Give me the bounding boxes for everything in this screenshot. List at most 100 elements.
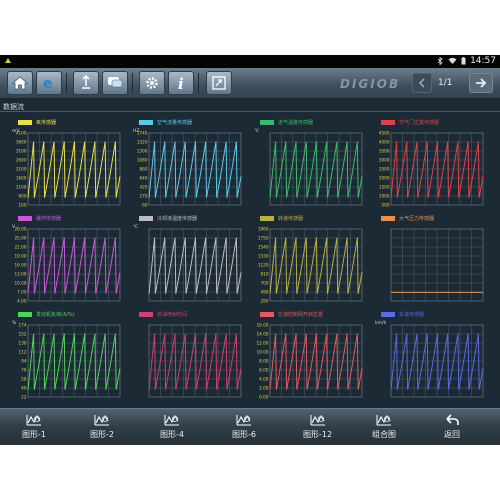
chart-plot xyxy=(148,324,242,398)
chart-legend: 冷却液温度传感器 xyxy=(139,215,197,222)
tick-label: 16.00 xyxy=(15,263,27,268)
page-prev-button[interactable] xyxy=(412,73,432,93)
tick-label: 10.00 xyxy=(15,281,27,286)
tick-label: 4.00 xyxy=(259,377,269,382)
tick-label: 1120 xyxy=(258,263,269,268)
sensor-chart[interactable]: 怠速控制阀开启位置 16.00 14.00 12.00 10.00 8.00 6.00 4.0… xyxy=(250,311,368,405)
sensor-chart[interactable]: 爆炸传感器 V 28.00 25.00 22.00 19.00 16.00 13.00 10.0… xyxy=(8,215,126,309)
tick-label: 280 xyxy=(261,299,269,304)
combined-graph-button[interactable]: 组合图 xyxy=(372,411,396,443)
chart-unit: ℃ xyxy=(254,128,259,134)
chart-plot: 16.00 14.00 12.00 10.00 8.00 6.00 4.00 2.00 0.00 xyxy=(257,323,363,400)
chart-legend: 进气温度传感器 xyxy=(260,119,313,126)
tick-label: 1750 xyxy=(258,236,269,241)
sensor-chart[interactable]: 节气门位置传感器 4500 4000 3500 3000 2500 2000 1500 1000… xyxy=(371,119,489,213)
legend-label: 氧传感器 xyxy=(36,120,57,126)
legend-swatch xyxy=(18,312,32,317)
tick-label: 1520 xyxy=(137,140,148,145)
legend-swatch xyxy=(381,312,395,317)
tick-label: 25.00 xyxy=(15,236,27,241)
tick-label: 1960 xyxy=(258,227,269,232)
arrow-right-icon xyxy=(476,78,487,88)
sensor-chart[interactable]: 发动机负荷(A/%)% 174 152 130 112 94 76 58 40 22 xyxy=(8,311,126,405)
upload-button[interactable] xyxy=(73,71,99,95)
tick-label: 152 xyxy=(19,332,27,337)
tick-label: 13.00 xyxy=(15,272,27,277)
sensor-chart[interactable]: 空气流量传感器 HZ 1740 1520 1300 1080 860 640 420 270 60 xyxy=(129,119,247,213)
clock: 14:57 xyxy=(470,56,496,66)
tick-label: 1000 xyxy=(379,194,390,199)
graph-icon xyxy=(164,413,180,426)
sensor-chart[interactable]: 冷却液温度传感器 ℃ xyxy=(129,215,247,309)
bottom-button-label: 图形-4 xyxy=(160,430,184,439)
tick-label: 8.00 xyxy=(259,359,269,364)
tick-label: 2000 xyxy=(379,176,390,181)
legend-label: 空气流量传感器 xyxy=(157,120,193,126)
sensor-chart[interactable]: 燃油喷射时间 xyxy=(129,311,247,405)
legend-label: 转速传感器 xyxy=(278,216,304,222)
status-bar: 14:57 xyxy=(0,55,500,68)
battery-icon xyxy=(461,57,466,65)
sensor-chart[interactable]: 车速传感器 km/h xyxy=(371,311,489,405)
browser-button[interactable]: e xyxy=(36,71,62,95)
tick-label: 58 xyxy=(21,377,27,382)
sensor-chart[interactable]: 大气压力传感器 xyxy=(371,215,489,309)
info-icon: i xyxy=(178,75,184,91)
svg-text:i: i xyxy=(178,75,184,91)
legend-label: 大气压力传感器 xyxy=(399,216,435,222)
page-next-button[interactable] xyxy=(469,73,493,93)
tick-label: 3100 xyxy=(16,149,27,154)
legend-swatch xyxy=(18,216,32,221)
sensor-chart[interactable]: 氧传感器 mV 4100 3600 3100 2600 2100 1600 1100 600 100 xyxy=(8,119,126,213)
chart-legend: 车速传感器 xyxy=(381,311,424,318)
sensor-chart[interactable]: 进气温度传感器 ℃ xyxy=(250,119,368,213)
legend-swatch xyxy=(18,120,32,125)
chart-unit: ℃ xyxy=(133,224,138,230)
tick-label: 860 xyxy=(140,167,148,172)
graph-2-button[interactable]: 图形-2 xyxy=(90,411,114,443)
tick-label: 2100 xyxy=(16,167,27,172)
tick-label: 22 xyxy=(21,395,27,400)
chart-plot: ℃ xyxy=(133,224,242,302)
tick-label: 28.00 xyxy=(15,227,27,232)
graph-6-button[interactable]: 图形-6 xyxy=(232,411,256,443)
chart-plot xyxy=(390,228,484,302)
legend-label: 车速传感器 xyxy=(399,312,425,318)
tick-label: 12.00 xyxy=(257,341,269,346)
chat-button[interactable] xyxy=(102,71,128,95)
home-button[interactable] xyxy=(7,71,33,95)
back-button[interactable]: 返回 xyxy=(444,411,460,443)
tick-label: 40 xyxy=(21,386,27,391)
settings-button[interactable] xyxy=(139,71,165,95)
tick-label: 1330 xyxy=(258,254,269,259)
gear-icon xyxy=(146,77,158,89)
chart-plot: mV4100360031002600210016001100600100 xyxy=(12,128,121,208)
tick-label: 4.00 xyxy=(17,299,27,304)
chart-legend: 节气门位置传感器 xyxy=(381,119,439,126)
graph-icon xyxy=(94,413,110,426)
tick-label: 3000 xyxy=(379,158,390,163)
arrow-left-icon xyxy=(418,78,425,88)
legend-label: 燃油喷射时间 xyxy=(157,312,188,318)
page-indicator: 1/1 xyxy=(438,78,453,88)
chart-legend: 大气压力传感器 xyxy=(381,215,434,222)
legend-label: 发动机负荷(A/%) xyxy=(36,312,75,318)
tick-label: 1540 xyxy=(258,245,269,250)
legend-swatch xyxy=(139,312,153,317)
settings-upload-icon xyxy=(82,75,90,89)
sensor-chart[interactable]: 转速传感器 1960 1750 1540 1330 1120 910 700 490 280 xyxy=(250,215,368,309)
chart-unit: km/h xyxy=(375,320,387,326)
graph-icon xyxy=(236,413,252,426)
info-button[interactable]: i xyxy=(168,71,194,95)
graph-1-button[interactable]: 图形-1 xyxy=(22,411,46,443)
tick-label: 1600 xyxy=(16,176,27,181)
exit-button[interactable] xyxy=(206,71,232,95)
chart-grid: 氧传感器 mV 4100 3600 3100 2600 2100 1600 1100 600 100… xyxy=(8,119,492,404)
graph-4-button[interactable]: 图形-4 xyxy=(160,411,184,443)
legend-swatch xyxy=(260,312,274,317)
graph-12-button[interactable]: 图形-12 xyxy=(303,411,332,443)
chart-legend: 转速传感器 xyxy=(260,215,303,222)
tick-label: 270 xyxy=(140,194,148,199)
tick-label: 4000 xyxy=(379,140,390,145)
tick-label: 10.00 xyxy=(257,350,269,355)
